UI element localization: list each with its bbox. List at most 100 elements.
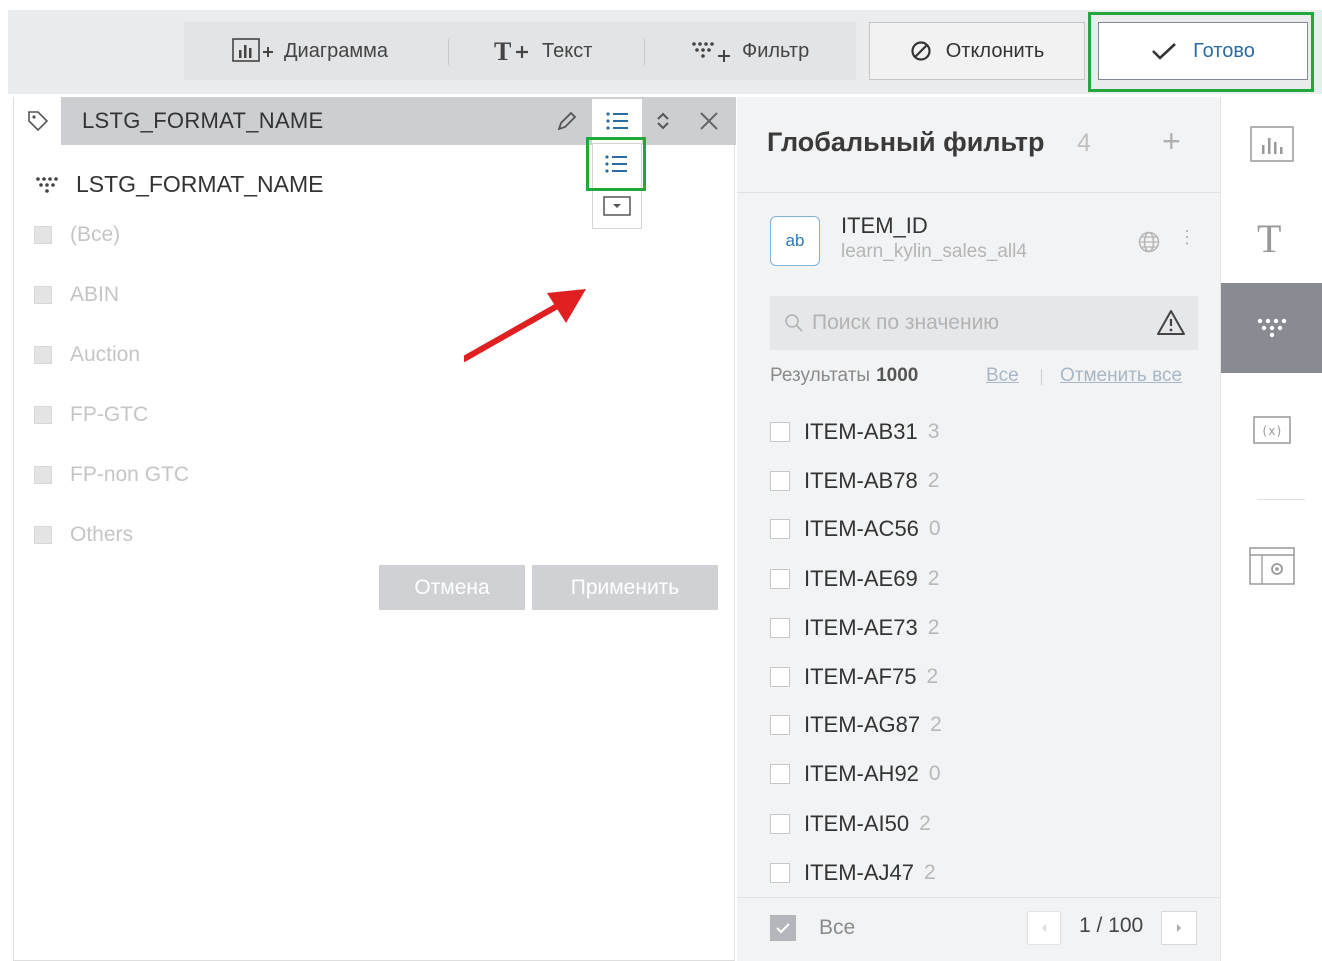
- rail-filter-button[interactable]: [1221, 283, 1322, 373]
- value-row[interactable]: ITEM-AJ47 2: [770, 860, 936, 886]
- value-checkbox[interactable]: [770, 715, 790, 735]
- select-all-checkbox[interactable]: [770, 915, 796, 941]
- value-row[interactable]: ITEM-AG87 2: [770, 712, 942, 738]
- filter-option[interactable]: FP-non GTC: [34, 463, 189, 487]
- option-checkbox[interactable]: [34, 226, 52, 244]
- list-icon: [605, 155, 627, 173]
- rail-chart-button[interactable]: [1221, 99, 1322, 189]
- value-checkbox[interactable]: [770, 814, 790, 834]
- dropdown-mode-option[interactable]: [602, 195, 632, 217]
- tag-icon: [27, 111, 48, 132]
- value-checkbox[interactable]: [770, 422, 790, 442]
- global-filter-field-source: learn_kylin_sales_all4: [841, 241, 1027, 262]
- text-icon: T: [1257, 218, 1281, 258]
- value-row[interactable]: ITEM-AH92 0: [770, 761, 941, 787]
- add-filter-label: Фильтр: [742, 39, 810, 62]
- dropdown-select-icon: [603, 196, 631, 216]
- filter-option[interactable]: Auction: [34, 343, 140, 367]
- option-checkbox[interactable]: [34, 286, 52, 304]
- rail-settings-button[interactable]: [1221, 521, 1322, 611]
- filter-option[interactable]: FP-GTC: [34, 403, 148, 427]
- filter-option[interactable]: (Все): [34, 223, 120, 247]
- value-label: ITEM-AF75: [804, 664, 917, 689]
- value-label: ITEM-AB78: [804, 468, 918, 493]
- more-options-button[interactable]: ⋮: [1178, 227, 1196, 248]
- done-button[interactable]: Готово: [1098, 22, 1308, 80]
- value-checkbox[interactable]: [770, 618, 790, 638]
- value-search-input[interactable]: [812, 308, 1142, 338]
- option-label: Others: [70, 523, 134, 546]
- deselect-all-link[interactable]: Отменить все: [1060, 365, 1182, 387]
- select-all-link[interactable]: Все: [986, 365, 1019, 387]
- done-label: Готово: [1193, 39, 1255, 62]
- add-chart-button[interactable]: Диаграмма: [230, 22, 388, 80]
- string-type-badge: ab: [770, 216, 820, 266]
- more-vertical-icon: ⋮: [1178, 227, 1196, 247]
- value-row[interactable]: ITEM-AC56 0: [770, 516, 941, 542]
- value-row[interactable]: ITEM-AE73 2: [770, 615, 939, 641]
- page-indicator: 1 / 100: [1079, 914, 1144, 937]
- prev-page-button[interactable]: [1027, 911, 1061, 945]
- plus-icon: +: [1162, 123, 1181, 159]
- svg-text:T: T: [494, 37, 511, 66]
- value-label: ITEM-AG87: [804, 712, 921, 737]
- global-filter-panel: Глобальный фильтр 4 + ab ITEM_ID learn_k…: [737, 97, 1220, 961]
- list-mode-option[interactable]: [586, 137, 646, 191]
- value-count: 2: [926, 665, 939, 688]
- search-icon: [785, 314, 803, 332]
- option-label: FP-GTC: [70, 403, 149, 426]
- value-checkbox[interactable]: [770, 471, 790, 491]
- value-checkbox[interactable]: [770, 667, 790, 687]
- value-row[interactable]: ITEM-AB78 2: [770, 468, 939, 494]
- option-checkbox[interactable]: [34, 526, 52, 544]
- filter-option[interactable]: ABIN: [34, 283, 119, 307]
- value-row[interactable]: ITEM-AB31 3: [770, 419, 939, 445]
- value-checkbox[interactable]: [770, 863, 790, 883]
- value-label: ITEM-AE73: [804, 615, 918, 640]
- sort-icon: [657, 112, 669, 130]
- rail-text-button[interactable]: T: [1221, 193, 1322, 283]
- variable-icon: (x): [1253, 416, 1291, 444]
- value-row[interactable]: ITEM-AE69 2: [770, 566, 939, 592]
- value-count: 0: [928, 517, 941, 540]
- check-icon: [1152, 43, 1176, 60]
- value-label: ITEM-AJ47: [804, 860, 915, 885]
- value-checkbox[interactable]: [770, 764, 790, 784]
- global-filter-field-name: ITEM_ID: [841, 213, 928, 238]
- svg-text:T: T: [1257, 218, 1281, 258]
- globe-button[interactable]: [1137, 230, 1161, 259]
- next-page-button[interactable]: [1161, 911, 1197, 945]
- option-checkbox[interactable]: [34, 346, 52, 364]
- top-toolbar: Диаграмма T Текст Фильтр Отклонить Готов…: [8, 10, 1322, 94]
- toolbar-divider: [644, 39, 645, 65]
- value-label: ITEM-AB31: [804, 419, 918, 444]
- value-count: 0: [928, 762, 941, 785]
- add-text-icon: T: [494, 37, 528, 66]
- cancel-button[interactable]: Отмена: [379, 565, 525, 610]
- list-icon: [606, 112, 628, 130]
- filter-widget-panel: LSTG_FORMAT_NAME LSTG_FORMAT_NAME (Все) …: [13, 97, 736, 961]
- chevron-left-icon: [1042, 924, 1046, 932]
- value-row[interactable]: ITEM-AF75 2: [770, 664, 938, 690]
- close-button[interactable]: [694, 106, 724, 136]
- value-checkbox[interactable]: [770, 569, 790, 589]
- rail-variable-button[interactable]: (x): [1221, 385, 1322, 475]
- filter-field-name: LSTG_FORMAT_NAME: [34, 171, 324, 198]
- value-row[interactable]: ITEM-AI50 2: [770, 811, 931, 837]
- close-icon: [700, 112, 718, 130]
- edit-button[interactable]: [552, 106, 582, 136]
- add-chart-icon: [232, 38, 273, 62]
- filter-option[interactable]: Others: [34, 523, 133, 547]
- option-checkbox[interactable]: [34, 406, 52, 424]
- sort-button[interactable]: [648, 106, 678, 136]
- add-global-filter-button[interactable]: +: [1162, 125, 1181, 157]
- add-filter-button[interactable]: Фильтр: [690, 22, 809, 80]
- value-count: 3: [927, 420, 940, 443]
- add-filter-icon: [692, 42, 730, 62]
- option-checkbox[interactable]: [34, 466, 52, 484]
- value-checkbox[interactable]: [770, 519, 790, 539]
- decline-button[interactable]: Отклонить: [869, 22, 1085, 80]
- add-text-button[interactable]: T Текст: [494, 22, 592, 80]
- apply-button[interactable]: Применить: [532, 565, 718, 610]
- check-icon: [776, 923, 790, 934]
